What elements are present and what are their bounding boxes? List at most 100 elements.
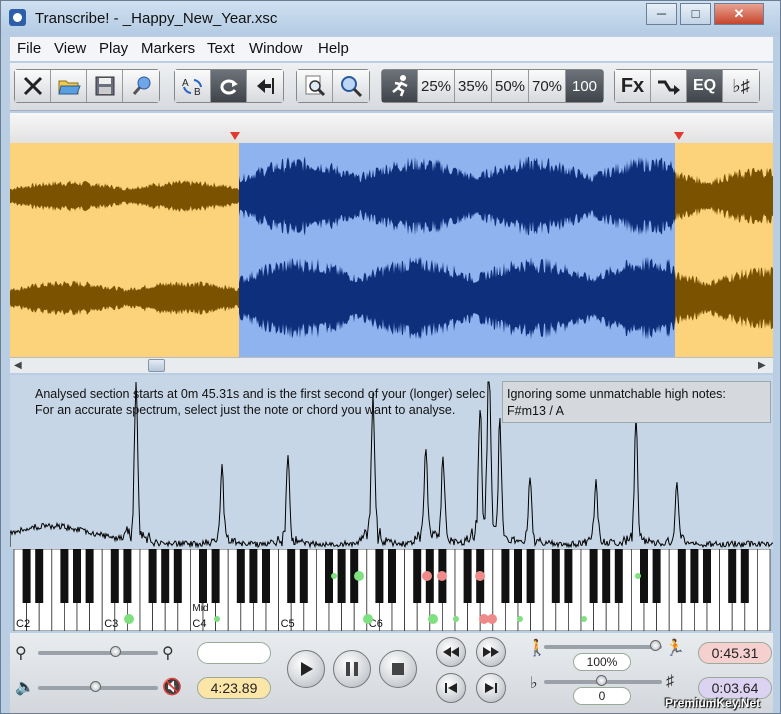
close-x-icon bbox=[23, 76, 42, 96]
loop-arrow-icon bbox=[220, 79, 238, 95]
app-window: Transcribe! - _Happy_New_Year.xsc ─ □ ✕ … bbox=[0, 0, 781, 714]
selection-start-time: 0:45.31 bbox=[698, 642, 772, 664]
play-button[interactable] bbox=[287, 650, 325, 688]
piano-black-key bbox=[740, 549, 749, 603]
ab-loop-button[interactable]: AB bbox=[175, 70, 211, 102]
piano-black-key bbox=[564, 549, 573, 603]
speed-toggle-button[interactable] bbox=[382, 70, 418, 102]
note-marker-dot bbox=[581, 616, 587, 622]
menu-play[interactable]: Play bbox=[99, 40, 128, 57]
file-tools-group bbox=[14, 69, 160, 103]
text-entry-box[interactable] bbox=[197, 642, 271, 664]
speed-50-button[interactable]: 50% bbox=[492, 70, 529, 102]
unselected-region-left bbox=[10, 143, 239, 357]
piano-black-key bbox=[123, 549, 132, 603]
speed-35-button[interactable]: 35% bbox=[455, 70, 492, 102]
piano-black-key bbox=[413, 549, 422, 603]
close-window-button[interactable]: ✕ bbox=[714, 3, 764, 25]
pitch-slider-knob[interactable] bbox=[596, 675, 607, 686]
menu-help[interactable]: Help bbox=[318, 40, 349, 57]
scrollbar-thumb[interactable] bbox=[148, 359, 165, 372]
piano-white-key bbox=[757, 549, 771, 631]
menu-text[interactable]: Text bbox=[207, 40, 235, 57]
scroll-right-icon[interactable]: ▶ bbox=[758, 360, 766, 371]
octave-label: C5 bbox=[281, 618, 295, 630]
piano-black-key bbox=[173, 549, 182, 603]
record-button[interactable] bbox=[123, 70, 159, 102]
piano-black-key bbox=[526, 549, 535, 603]
speed-slider-track[interactable] bbox=[544, 645, 662, 649]
menu-file[interactable]: File bbox=[17, 40, 41, 57]
piano-black-key bbox=[85, 549, 94, 603]
piano-black-key bbox=[514, 549, 522, 603]
piano-black-key bbox=[728, 549, 737, 603]
piano-keyboard[interactable]: C2 C3 C4 C5 C6Mid bbox=[10, 549, 773, 631]
volume-mute-icon[interactable]: 🔇 bbox=[162, 677, 182, 697]
speed-value[interactable]: 100% bbox=[573, 653, 631, 671]
transpose-key-button[interactable]: ♭♯ bbox=[723, 70, 759, 102]
toolbar: AB 25% 35% 50% 70% 100 Fx EQ ♭♯ bbox=[10, 63, 773, 111]
ab-loop-icon: AB bbox=[182, 78, 202, 97]
zoom-slider-knob[interactable] bbox=[110, 646, 121, 657]
maximize-button[interactable]: □ bbox=[680, 3, 711, 25]
note-marker-dot bbox=[331, 573, 337, 579]
octave-label: C2 bbox=[16, 618, 30, 630]
close-icon: ✕ bbox=[733, 6, 745, 21]
zoom-slider-track[interactable] bbox=[38, 651, 158, 655]
go-to-start-button[interactable] bbox=[247, 70, 283, 102]
selection-start-marker[interactable] bbox=[230, 132, 240, 140]
zoom-in-icon[interactable]: ⚲ bbox=[162, 643, 174, 663]
minimize-button[interactable]: ─ bbox=[646, 3, 677, 25]
piano-black-key bbox=[161, 549, 170, 603]
pitch-value[interactable]: 0 bbox=[573, 687, 631, 705]
selection-end-marker[interactable] bbox=[674, 132, 684, 140]
piano-black-key bbox=[703, 549, 711, 603]
speed-100-button[interactable]: 100 bbox=[566, 70, 603, 102]
route-arrow-icon bbox=[657, 80, 680, 95]
transport-panel: ⚲ ⚲ 🔈 🔇 4:23.89 🚶 🏃 100% ♭ ♯ 0 0:45.31 0… bbox=[10, 633, 773, 713]
skip-back-button[interactable] bbox=[436, 673, 466, 703]
waveform-display[interactable] bbox=[10, 143, 773, 357]
piano-black-key bbox=[148, 549, 157, 603]
zoom-in-button[interactable] bbox=[333, 70, 369, 102]
time-ruler[interactable] bbox=[10, 113, 773, 143]
rewind-icon bbox=[443, 647, 459, 657]
speed-25-button[interactable]: 25% bbox=[418, 70, 455, 102]
open-file-button[interactable] bbox=[51, 70, 87, 102]
skip-forward-button[interactable] bbox=[476, 673, 506, 703]
zoom-tools-group bbox=[296, 69, 370, 103]
piano-black-key bbox=[614, 549, 623, 603]
stop-button[interactable] bbox=[379, 650, 417, 688]
volume-slider-knob[interactable] bbox=[90, 681, 101, 692]
fast-forward-button[interactable] bbox=[476, 637, 506, 667]
speed-slider-knob[interactable] bbox=[650, 640, 661, 651]
app-logo-icon bbox=[9, 9, 26, 26]
save-file-button[interactable] bbox=[87, 70, 123, 102]
note-marker-dot bbox=[517, 616, 523, 622]
note-marker-dot bbox=[428, 614, 438, 624]
note-marker-dot bbox=[635, 573, 641, 579]
channel-route-button[interactable] bbox=[651, 70, 687, 102]
fx-button[interactable]: Fx bbox=[615, 70, 651, 102]
skip-back-icon bbox=[445, 683, 457, 693]
waveform-scrollbar[interactable]: ◀ ▶ bbox=[10, 357, 773, 373]
menu-view[interactable]: View bbox=[54, 40, 86, 57]
note-marker-dot bbox=[354, 571, 364, 581]
rewind-button[interactable] bbox=[436, 637, 466, 667]
menu-markers[interactable]: Markers bbox=[141, 40, 195, 57]
close-file-button[interactable] bbox=[15, 70, 51, 102]
maximize-icon: □ bbox=[691, 6, 700, 21]
menu-window[interactable]: Window bbox=[249, 40, 302, 57]
note-marker-dot bbox=[453, 616, 459, 622]
note-marker-dot bbox=[124, 614, 134, 624]
scroll-left-icon[interactable]: ◀ bbox=[14, 360, 22, 371]
eq-button[interactable]: EQ bbox=[687, 70, 723, 102]
speed-tools-group: 25% 35% 50% 70% 100 bbox=[381, 69, 604, 103]
loop-button[interactable] bbox=[211, 70, 247, 102]
speed-70-button[interactable]: 70% bbox=[529, 70, 566, 102]
title-bar[interactable]: Transcribe! - _Happy_New_Year.xsc ─ □ ✕ bbox=[1, 1, 780, 35]
zoom-out-icon[interactable]: ⚲ bbox=[15, 643, 27, 663]
piano-black-key bbox=[299, 549, 308, 603]
pause-button[interactable] bbox=[333, 650, 371, 688]
zoom-out-button[interactable] bbox=[297, 70, 333, 102]
